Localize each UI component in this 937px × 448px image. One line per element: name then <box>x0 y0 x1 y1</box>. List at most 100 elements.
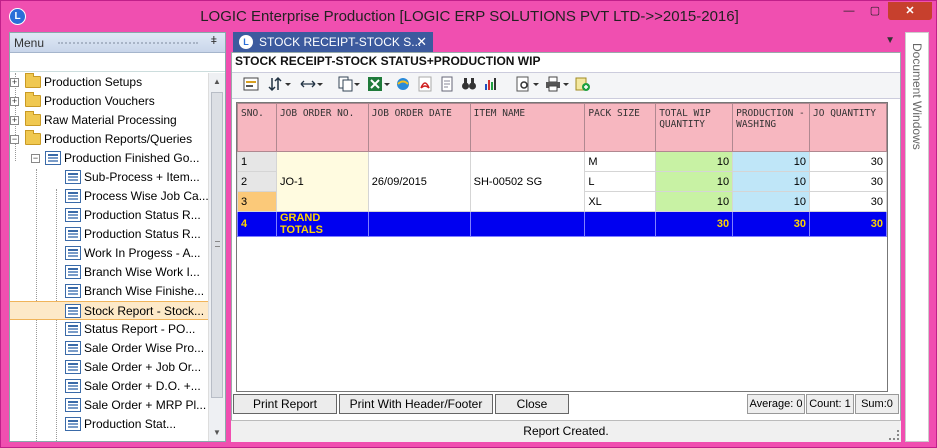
cell-pack-size[interactable]: M <box>584 151 657 172</box>
cell-jo-quantity[interactable]: 30 <box>809 211 887 237</box>
cell-job-order-date[interactable]: 26/09/2015 <box>367 151 471 212</box>
tree-item-label: Stock Report - Stock... <box>84 304 205 318</box>
print-header-footer-button[interactable]: Print With Header/Footer <box>339 394 493 414</box>
tab-stock-receipt[interactable]: L STOCK RECEIPT-STOCK S... ✕ <box>233 32 433 52</box>
cell-jo-quantity[interactable]: 30 <box>809 151 887 172</box>
tree-item-production-finished-goods[interactable]: − Production Finished Go... <box>10 149 209 168</box>
collapse-minus-icon[interactable]: − <box>10 135 19 144</box>
cell-empty[interactable] <box>367 211 471 237</box>
col-header-job-order-date[interactable]: JOB ORDER DATE <box>367 103 471 152</box>
cell-sno[interactable]: 3 <box>237 191 277 212</box>
tree-item-branch-wise-finished[interactable]: Branch Wise Finishe... <box>10 282 209 301</box>
minimize-button[interactable]: — <box>836 2 862 20</box>
tree-item-production-vouchers[interactable]: + Production Vouchers <box>10 92 209 111</box>
table-row[interactable]: 1 JO-1 26/09/2015 SH-00502 SG M 10 10 30 <box>237 151 887 212</box>
col-header-jo-quantity[interactable]: JO QUANTITY <box>809 103 887 152</box>
find-binoculars-icon[interactable] <box>460 76 478 96</box>
grand-total-row[interactable]: 4 GRAND TOTALS 30 30 30 <box>237 211 887 237</box>
col-header-total-wip[interactable]: TOTAL WIP QUANTITY <box>655 103 734 152</box>
export-add-icon[interactable] <box>574 76 592 96</box>
expand-plus-icon[interactable]: + <box>10 116 19 125</box>
document-windows-pane[interactable]: Document Windows <box>905 32 929 442</box>
scroll-up-icon[interactable]: ▲ <box>209 73 225 90</box>
cell-item-name[interactable]: SH-00502 SG <box>469 151 586 212</box>
menu-scrollbar[interactable]: ▲ ▼ <box>208 73 225 441</box>
col-header-item-name[interactable]: ITEM NAME <box>469 103 586 152</box>
sort-icon[interactable] <box>266 76 294 96</box>
tree-item-production-stat[interactable]: Production Stat... <box>10 415 209 434</box>
browser-icon[interactable] <box>394 76 412 96</box>
report-grid[interactable]: SNO. JOB ORDER NO. JOB ORDER DATE ITEM N… <box>236 102 888 392</box>
maximize-button[interactable]: ▢ <box>862 2 888 20</box>
cell-production-washing[interactable]: 30 <box>732 211 811 237</box>
report-icon <box>65 227 81 241</box>
pin-icon[interactable]: ǂ <box>211 35 217 47</box>
chart-icon[interactable] <box>482 76 500 96</box>
document-icon[interactable] <box>438 76 456 96</box>
form-view-icon[interactable] <box>242 76 260 96</box>
tree-item-label: Sub-Process + Item... <box>84 170 200 184</box>
print-report-button[interactable]: Print Report <box>233 394 337 414</box>
tree-item-process-wise-job-card[interactable]: Process Wise Job Ca... <box>10 187 209 206</box>
tree-item-work-in-progress[interactable]: Work In Progess - A... <box>10 244 209 263</box>
column-width-icon[interactable] <box>298 76 326 96</box>
cell-empty[interactable] <box>469 211 586 237</box>
tree-item-production-status-2[interactable]: Production Status R... <box>10 225 209 244</box>
tree-item-production-setups[interactable]: + Production Setups <box>10 73 209 92</box>
cell-jo-quantity[interactable]: 30 <box>809 191 887 212</box>
scroll-down-icon[interactable]: ▼ <box>209 424 225 441</box>
tree-item-sale-order-mrp[interactable]: Sale Order + MRP Pl... <box>10 396 209 415</box>
tree-item-status-report-po[interactable]: Status Report - PO... <box>10 320 209 339</box>
print-preview-icon[interactable] <box>514 76 542 96</box>
collapse-minus-icon[interactable]: − <box>31 154 40 163</box>
report-content: STOCK RECEIPT-STOCK STATUS+PRODUCTION WI… <box>231 52 901 422</box>
expand-plus-icon[interactable]: + <box>10 97 19 106</box>
cell-pack-size[interactable]: L <box>584 171 657 192</box>
report-icon <box>65 246 81 260</box>
tree-item-label: Production Status R... <box>84 227 201 241</box>
col-header-label: TOTAL WIP QUANTITY <box>659 108 711 130</box>
cell-sno[interactable]: 4 <box>237 211 277 237</box>
tree-item-sale-order-do[interactable]: Sale Order + D.O. +... <box>10 377 209 396</box>
close-window-button[interactable]: ✕ <box>888 2 932 20</box>
cell-pack-size[interactable]: XL <box>584 191 657 212</box>
pdf-icon[interactable] <box>416 76 434 96</box>
cell-production-washing[interactable]: 10 <box>732 191 811 212</box>
tab-list-dropdown-icon[interactable]: ▼ <box>885 35 895 46</box>
resize-grip-icon[interactable] <box>889 430 899 440</box>
printer-icon[interactable] <box>544 76 572 96</box>
cell-jo-quantity[interactable]: 30 <box>809 171 887 192</box>
grand-totals-label[interactable]: GRAND TOTALS <box>275 211 369 237</box>
menu-filter-input[interactable] <box>10 53 225 72</box>
cell-total-wip[interactable]: 10 <box>655 191 734 212</box>
tab-strip: L STOCK RECEIPT-STOCK S... ✕ ▼ <box>231 32 901 52</box>
cell-sno[interactable]: 1 <box>237 151 277 172</box>
cell-empty[interactable] <box>584 211 657 237</box>
tree-item-production-status-1[interactable]: Production Status R... <box>10 206 209 225</box>
tree-item-branch-wise-work[interactable]: Branch Wise Work I... <box>10 263 209 282</box>
tree-item-sub-process[interactable]: Sub-Process + Item... <box>10 168 209 187</box>
tree-item-raw-material-processing[interactable]: + Raw Material Processing <box>10 111 209 130</box>
tree-item-sale-order-job-order[interactable]: Sale Order + Job Or... <box>10 358 209 377</box>
expand-plus-icon[interactable]: + <box>10 78 19 87</box>
col-header-production-washing[interactable]: PRODUCTION -WASHING <box>732 103 811 152</box>
excel-export-icon[interactable] <box>366 76 392 96</box>
cell-total-wip[interactable]: 10 <box>655 151 734 172</box>
tree-item-production-reports[interactable]: − Production Reports/Queries <box>10 130 209 149</box>
cell-sno[interactable]: 2 <box>237 171 277 192</box>
col-header-job-order-no[interactable]: JOB ORDER NO. <box>275 103 369 152</box>
cell-production-washing[interactable]: 10 <box>732 171 811 192</box>
copy-icon[interactable] <box>336 76 362 96</box>
col-header-sno[interactable]: SNO. <box>237 103 277 152</box>
scrollbar-thumb[interactable] <box>211 92 223 398</box>
cell-job-order-no[interactable]: JO-1 <box>275 151 369 212</box>
col-header-pack-size[interactable]: PACK SIZE <box>584 103 657 152</box>
cell-total-wip[interactable]: 10 <box>655 171 734 192</box>
cell-total-wip[interactable]: 30 <box>655 211 734 237</box>
tree-item-stock-report[interactable]: Stock Report - Stock... <box>10 301 209 320</box>
close-report-button[interactable]: Close <box>495 394 569 414</box>
cell-production-washing[interactable]: 10 <box>732 151 811 172</box>
col-header-label: JOB ORDER DATE <box>371 108 452 119</box>
tree-item-sale-order-wise[interactable]: Sale Order Wise Pro... <box>10 339 209 358</box>
tab-close-icon[interactable]: ✕ <box>416 32 427 52</box>
